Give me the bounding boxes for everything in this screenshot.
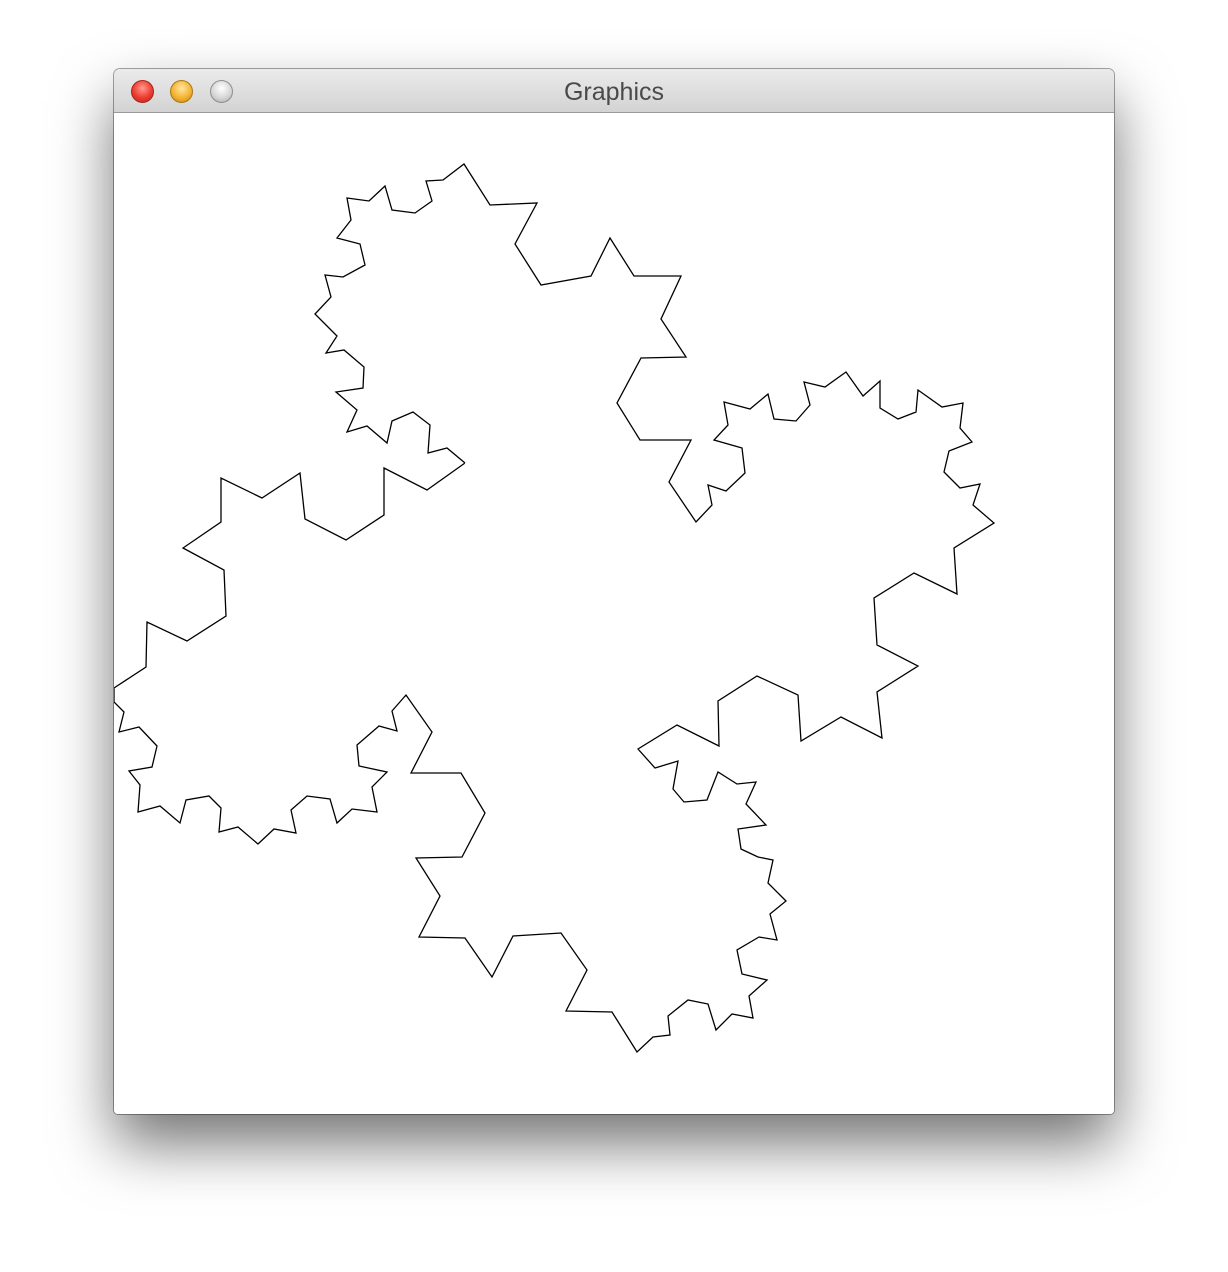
window-title: Graphics <box>563 78 665 106</box>
graphics-canvas <box>114 113 1114 1114</box>
title-bar[interactable]: Graphics <box>114 69 1114 113</box>
graphics-window: Graphics <box>114 69 1114 1114</box>
fractal-outline <box>114 163 996 1054</box>
fractal-drawing <box>114 163 996 1054</box>
